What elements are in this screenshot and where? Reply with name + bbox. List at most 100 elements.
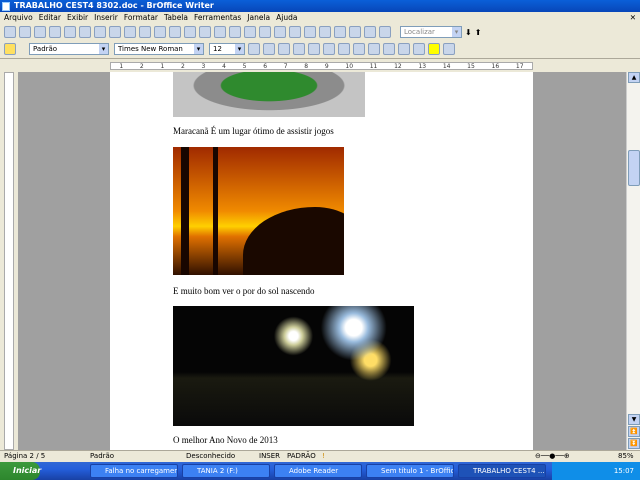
menu-ferramentas[interactable]: Ferramentas bbox=[194, 12, 241, 24]
ruler-label: 9 bbox=[324, 63, 329, 70]
task-adobe-reader[interactable]: Adobe Reader bbox=[274, 464, 362, 478]
edit-mode-icon[interactable] bbox=[64, 26, 76, 38]
highlight-icon[interactable] bbox=[428, 42, 440, 55]
task-trabalho-writer[interactable]: TRABALHO CEST4 ... bbox=[458, 464, 546, 478]
redo-icon[interactable] bbox=[229, 26, 241, 38]
zoom-icon[interactable] bbox=[364, 26, 376, 38]
undo-icon[interactable] bbox=[214, 26, 226, 38]
menu-bar: Arquivo Editar Exibir Inserir Formatar T… bbox=[0, 12, 640, 24]
ruler-label: 10 bbox=[345, 63, 354, 70]
ruler-label: 3 bbox=[201, 63, 206, 70]
menu-formatar[interactable]: Formatar bbox=[124, 12, 158, 24]
autospell-icon[interactable] bbox=[139, 26, 151, 38]
close-document-icon[interactable]: ✕ bbox=[630, 12, 636, 24]
menu-editar[interactable]: Editar bbox=[39, 12, 61, 24]
document-area: Maracanã É um lugar ótimo de assistir jo… bbox=[18, 72, 626, 450]
find-prev-icon[interactable]: ⬆ bbox=[475, 28, 482, 37]
navigator-icon[interactable] bbox=[304, 26, 316, 38]
ruler-label: 2 bbox=[181, 63, 185, 70]
scroll-up-icon[interactable]: ▲ bbox=[628, 72, 640, 83]
vertical-ruler[interactable] bbox=[0, 72, 18, 450]
next-page-icon[interactable]: ⏬ bbox=[628, 438, 640, 449]
align-center-icon[interactable] bbox=[308, 42, 320, 55]
save-icon[interactable] bbox=[34, 26, 46, 38]
scrollbar-thumb[interactable] bbox=[628, 150, 640, 186]
bullets-icon[interactable] bbox=[368, 42, 380, 55]
new-icon[interactable] bbox=[4, 26, 16, 38]
zoom-level[interactable]: 85% bbox=[618, 451, 634, 462]
selection-mode[interactable]: PADRÃO bbox=[287, 451, 316, 462]
find-input[interactable]: Localizar bbox=[400, 26, 462, 38]
page-indicator: Página 2 / 5 bbox=[4, 452, 46, 460]
styles-icon[interactable] bbox=[4, 42, 16, 55]
find-replace-icon[interactable] bbox=[289, 26, 301, 38]
fireworks-image[interactable] bbox=[173, 306, 414, 426]
nonprinting-chars-icon[interactable] bbox=[349, 26, 361, 38]
hyperlink-icon[interactable] bbox=[244, 26, 256, 38]
caption-maracana: Maracanã É um lugar ótimo de assistir jo… bbox=[173, 126, 334, 136]
taskbar: Iniciar Falha no carregamen... TANIA 2 (… bbox=[0, 462, 640, 480]
pdf-icon[interactable] bbox=[79, 26, 91, 38]
find-next-icon[interactable]: ⬇ bbox=[465, 28, 472, 37]
help-icon[interactable] bbox=[379, 26, 391, 38]
ruler-label: 11 bbox=[369, 63, 378, 70]
copy-icon[interactable] bbox=[169, 26, 181, 38]
zoom-slider[interactable]: ⊖──●──⊕ bbox=[535, 451, 570, 462]
print-icon[interactable] bbox=[94, 26, 106, 38]
background-color-icon[interactable] bbox=[443, 42, 455, 55]
document-page[interactable]: Maracanã É um lugar ótimo de assistir jo… bbox=[110, 72, 533, 450]
underline-icon[interactable] bbox=[278, 42, 290, 55]
font-size-select[interactable]: 12 bbox=[209, 42, 245, 55]
document-icon bbox=[2, 2, 10, 11]
table-icon[interactable] bbox=[259, 26, 271, 38]
show-draw-icon[interactable] bbox=[274, 26, 286, 38]
menu-exibir[interactable]: Exibir bbox=[67, 12, 88, 24]
maracana-stadium-image[interactable] bbox=[173, 72, 365, 117]
paragraph-style-select[interactable]: Padrão bbox=[29, 42, 109, 55]
menu-arquivo[interactable]: Arquivo bbox=[4, 12, 33, 24]
task-untitled-writer[interactable]: Sem título 1 - BrOffic... bbox=[366, 464, 454, 478]
ruler-label: 5 bbox=[242, 63, 247, 70]
paste-icon[interactable] bbox=[184, 26, 196, 38]
task-explorer[interactable]: TANIA 2 (F:) bbox=[182, 464, 270, 478]
align-left-icon[interactable] bbox=[293, 42, 305, 55]
ruler-label: 1 bbox=[119, 63, 124, 70]
font-color-icon[interactable] bbox=[413, 42, 425, 55]
ruler-label: 16 bbox=[491, 63, 500, 70]
font-name-select[interactable]: Times New Roman bbox=[114, 42, 204, 55]
menu-janela[interactable]: Janela bbox=[247, 12, 270, 24]
bold-icon[interactable] bbox=[248, 42, 260, 55]
insert-mode[interactable]: INSER bbox=[259, 451, 280, 462]
cut-icon[interactable] bbox=[154, 26, 166, 38]
ruler-label: 13 bbox=[418, 63, 427, 70]
task-firefox[interactable]: Falha no carregamen... bbox=[90, 464, 178, 478]
italic-icon[interactable] bbox=[263, 42, 275, 55]
open-icon[interactable] bbox=[19, 26, 31, 38]
ruler-label: 7 bbox=[283, 63, 288, 70]
scroll-down-icon[interactable]: ▼ bbox=[628, 414, 640, 425]
formatting-toolbar: Padrão Times New Roman 12 bbox=[0, 40, 640, 57]
sunset-image[interactable] bbox=[173, 147, 344, 275]
format-paintbrush-icon[interactable] bbox=[199, 26, 211, 38]
align-right-icon[interactable] bbox=[323, 42, 335, 55]
gallery-icon[interactable] bbox=[319, 26, 331, 38]
previous-page-icon[interactable]: ⏫ bbox=[628, 426, 640, 437]
menu-ajuda[interactable]: Ajuda bbox=[276, 12, 297, 24]
spellcheck-icon[interactable] bbox=[124, 26, 136, 38]
increase-indent-icon[interactable] bbox=[398, 42, 410, 55]
datasource-icon[interactable] bbox=[334, 26, 346, 38]
menu-tabela[interactable]: Tabela bbox=[164, 12, 188, 24]
start-button[interactable]: Iniciar bbox=[0, 462, 41, 480]
numbering-icon[interactable] bbox=[353, 42, 365, 55]
horizontal-ruler[interactable]: 1 2 1 2 3 4 5 6 7 8 9 10 11 12 13 14 15 16 17 bbox=[0, 58, 640, 72]
vertical-scrollbar[interactable]: ▲ ▼ ⏫ ⏬ bbox=[626, 72, 640, 450]
clock[interactable]: 15:07 bbox=[614, 467, 634, 475]
decrease-indent-icon[interactable] bbox=[383, 42, 395, 55]
print-preview-icon[interactable] bbox=[109, 26, 121, 38]
ruler-label: 1 bbox=[160, 63, 165, 70]
ruler-label: 4 bbox=[222, 63, 226, 70]
menu-inserir[interactable]: Inserir bbox=[94, 12, 118, 24]
justify-icon[interactable] bbox=[338, 42, 350, 55]
email-icon[interactable] bbox=[49, 26, 61, 38]
title-bar: TRABALHO CEST4 8302.doc - BrOffice Write… bbox=[0, 0, 640, 12]
